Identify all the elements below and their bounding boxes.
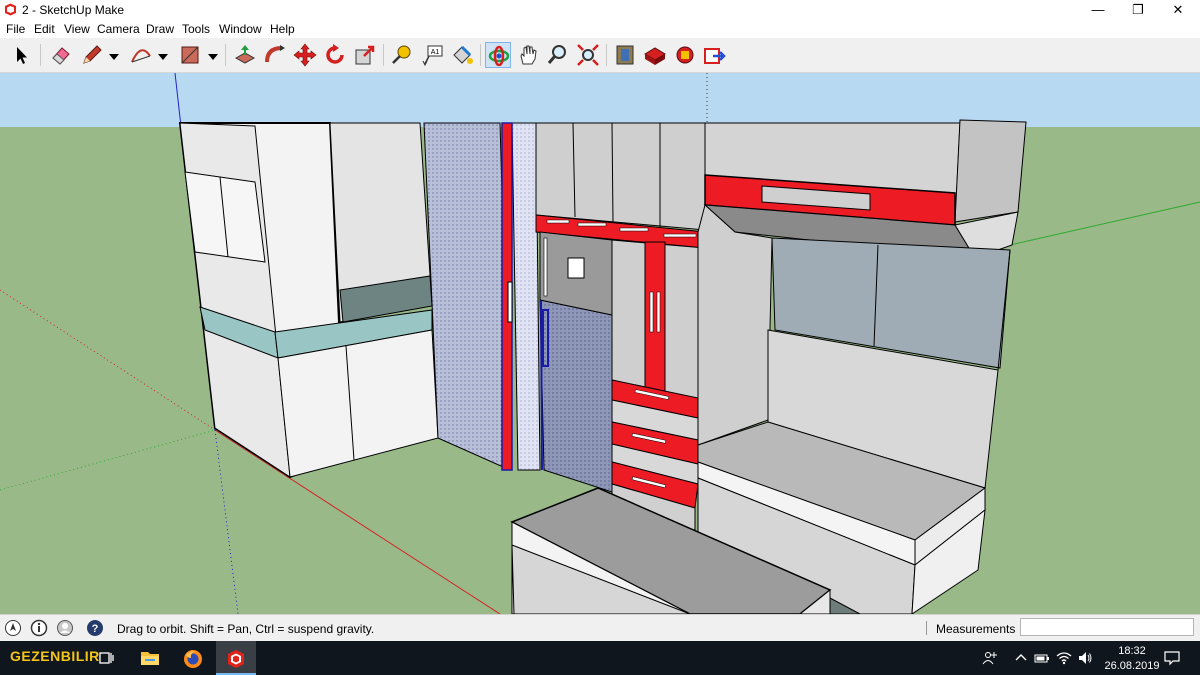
- menu-help[interactable]: Help: [270, 22, 295, 36]
- geo-location-icon[interactable]: [4, 619, 22, 637]
- zoom-extents-icon: [577, 44, 599, 66]
- toolbar-separator: [225, 44, 226, 66]
- shape-tool-dropdown[interactable]: [208, 54, 218, 60]
- magnifier-icon: [547, 45, 566, 64]
- people-icon[interactable]: [982, 650, 998, 666]
- select-tool[interactable]: [8, 42, 34, 68]
- windows-taskbar: GEZENBILIR 18:32 26.08.2019: [0, 641, 1200, 675]
- measurements-input[interactable]: [1020, 618, 1194, 636]
- left-cabinet[interactable]: [178, 122, 439, 479]
- move-tool[interactable]: [292, 42, 318, 68]
- menu-window[interactable]: Window: [219, 22, 262, 36]
- toolbar-separator: [383, 44, 384, 66]
- move-icon: [293, 43, 317, 67]
- svg-text:?: ?: [92, 623, 99, 635]
- sketchup-icon: [228, 650, 244, 668]
- rotate-tool[interactable]: [322, 42, 348, 68]
- eraser-tool[interactable]: [48, 42, 74, 68]
- clock-time[interactable]: 18:32: [1102, 645, 1162, 657]
- extension-warehouse-icon: [644, 47, 666, 65]
- account-icon[interactable]: [56, 619, 74, 637]
- zoom-tool[interactable]: [545, 42, 571, 68]
- pencil-icon: [83, 45, 102, 64]
- wifi-icon[interactable]: [1056, 650, 1072, 666]
- show-hidden-icons-chevron-icon[interactable]: [1013, 650, 1029, 666]
- battery-icon[interactable]: [1034, 650, 1050, 666]
- viewport-canvas[interactable]: [0, 73, 1200, 614]
- task-view-icon: [99, 652, 114, 664]
- help-icon[interactable]: ?: [86, 619, 104, 637]
- line-tool[interactable]: [79, 42, 105, 68]
- layout-icon: [676, 46, 694, 64]
- arc-tool-dropdown[interactable]: [158, 54, 168, 60]
- firefox-icon: [184, 650, 202, 668]
- menu-file[interactable]: File: [6, 22, 25, 36]
- right-hutch[interactable]: [697, 119, 1027, 614]
- sketchup-app-icon: [5, 3, 16, 16]
- toolbar: A1: [0, 38, 1200, 73]
- info-icon[interactable]: [30, 619, 48, 637]
- file-explorer-button[interactable]: [130, 641, 170, 675]
- clock-date[interactable]: 26.08.2019: [1096, 660, 1168, 672]
- toolbar-separator: [480, 44, 481, 66]
- shape-tool[interactable]: [177, 42, 203, 68]
- status-hint: Drag to orbit. Shift = Pan, Ctrl = suspe…: [117, 622, 375, 636]
- share-model-tool[interactable]: [702, 42, 728, 68]
- orbit-icon: [488, 45, 510, 67]
- scale-icon: [355, 45, 375, 65]
- folder-icon: [141, 652, 159, 665]
- menu-bar: File Edit View Camera Draw Tools Window …: [0, 20, 1200, 38]
- task-view-button[interactable]: [86, 641, 126, 675]
- follow-me-tool[interactable]: [262, 42, 288, 68]
- hand-icon: [520, 45, 537, 65]
- notification-center-icon[interactable]: [1164, 650, 1180, 666]
- text-icon: A1: [422, 45, 443, 67]
- toolbar-separator: [40, 44, 41, 66]
- arc-icon: [131, 49, 151, 63]
- scale-tool[interactable]: [352, 42, 378, 68]
- follow-me-icon: [265, 45, 285, 63]
- zoom-extents-tool[interactable]: [575, 42, 601, 68]
- orbit-tool[interactable]: [485, 42, 511, 68]
- minimize-button[interactable]: —: [1076, 0, 1120, 20]
- menu-camera[interactable]: Camera: [97, 22, 140, 36]
- toolbar-separator: [606, 44, 607, 66]
- menu-view[interactable]: View: [64, 22, 90, 36]
- measurements-label: Measurements: [936, 622, 1016, 636]
- close-button[interactable]: ✕: [1156, 0, 1200, 20]
- layout-send-tool[interactable]: [672, 42, 698, 68]
- firefox-button[interactable]: [173, 641, 213, 675]
- menu-tools[interactable]: Tools: [182, 22, 210, 36]
- arc-tool[interactable]: [128, 42, 154, 68]
- window-title: 2 - SketchUp Make: [22, 3, 125, 17]
- push-pull-tool[interactable]: [232, 42, 258, 68]
- text-tool[interactable]: A1: [419, 42, 445, 68]
- sketchup-taskbar-button[interactable]: [216, 641, 256, 675]
- share-model-icon: [704, 48, 726, 64]
- pan-tool[interactable]: [515, 42, 541, 68]
- tape-measure-icon: [392, 45, 411, 64]
- extension-warehouse-tool[interactable]: [642, 42, 668, 68]
- rotate-icon: [326, 44, 344, 64]
- title-bar: 2 - SketchUp Make — ❐ ✕: [0, 0, 1200, 20]
- warehouse-icon: [616, 45, 634, 65]
- restore-button[interactable]: ❐: [1116, 0, 1160, 20]
- arrow-cursor-icon: [17, 47, 27, 64]
- paint-bucket-icon: [453, 45, 473, 64]
- menu-draw[interactable]: Draw: [146, 22, 174, 36]
- line-tool-dropdown[interactable]: [109, 54, 119, 60]
- modeling-viewport[interactable]: [0, 73, 1200, 614]
- paint-bucket-tool[interactable]: [449, 42, 475, 68]
- menu-edit[interactable]: Edit: [34, 22, 55, 36]
- push-pull-icon: [234, 45, 256, 64]
- 3d-warehouse-tool[interactable]: [612, 42, 638, 68]
- eraser-icon: [52, 47, 70, 65]
- text-tool-label: A1: [431, 49, 440, 56]
- status-bar: ? Drag to orbit. Shift = Pan, Ctrl = sus…: [0, 614, 1200, 642]
- volume-icon[interactable]: [1077, 650, 1093, 666]
- rectangle-icon: [181, 46, 199, 64]
- status-divider: [926, 621, 927, 635]
- tape-measure-tool[interactable]: [389, 42, 415, 68]
